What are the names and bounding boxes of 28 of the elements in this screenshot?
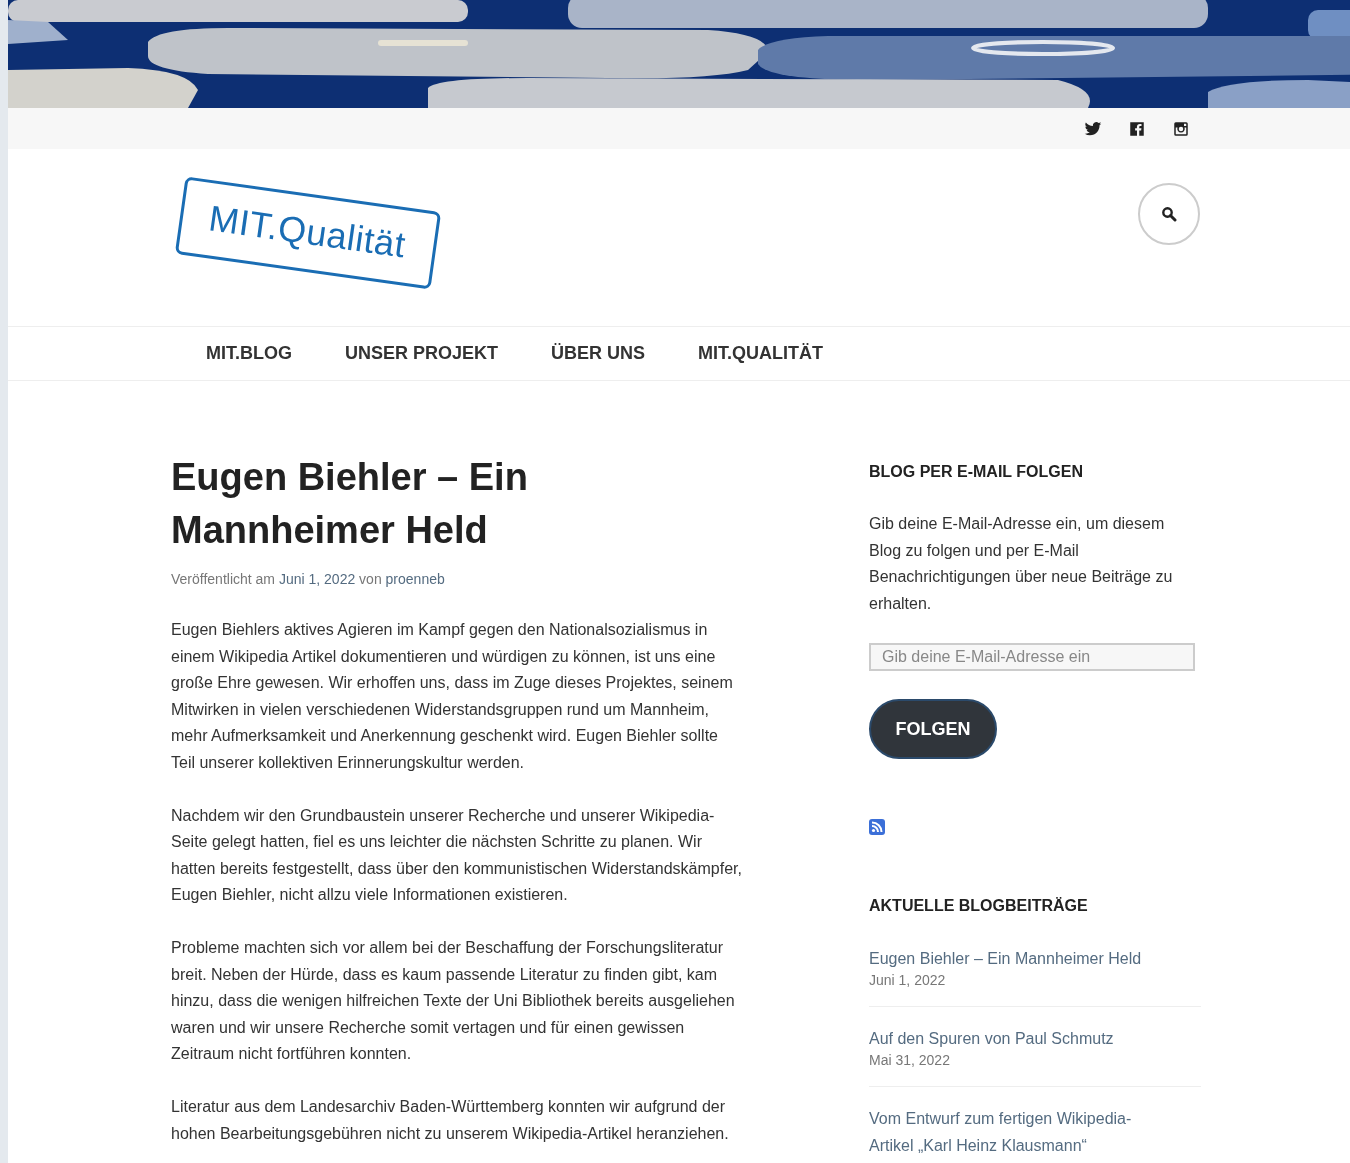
post-link[interactable]: Vom Entwurf zum fertigen Wikipedia-Artikel „Karl Heinz Klausmann“ xyxy=(869,1105,1159,1159)
site-logo[interactable]: MIT.Qualität xyxy=(174,176,442,290)
paragraph: Nachdem wir den Grundbaustein unserer Recherche und unserer Wikipedia-Seite gelegt hatten, fiel es uns leichter die nächsten Schritte zu planen. Wir hatten bereits festgestellt, dass über den kommunistischen Widerstandskämpfer, Eugen Biehler, nicht allzu viele Informationen existieren. xyxy=(171,805,743,905)
paragraph: Eugen Biehlers aktives Agieren im Kampf gegen den Nationalsozialismus in einem Wikipedia Artikel dokumentieren und würdigen zu können, ist uns eine große Ehre gewesen. Wir erhoffen uns, dass im Zuge dieses Projektes, seinem Mitwirken in vielen verschiedenen Widerstandsgruppen rund um Mannheim, mehr Aufmerksamkeit und Anerkennung geschenkt wird. Eugen Biehler sollte Teil unserer kollektiven Erinnerungskultur werden. xyxy=(171,620,734,773)
widget-description: Gib deine E-Mail-Adresse ein, um diesem Blog zu folgen und per E-Mail Benachrichtigungen über neue Beiträge zu erhalten. xyxy=(869,514,1174,614)
widget-heading: BLOG PER E-MAIL FOLGEN xyxy=(869,463,1084,481)
post-meta: Veröffentlicht am Juni 1, 2022 von proenneb xyxy=(171,571,446,587)
instagram-icon[interactable] xyxy=(1172,119,1190,138)
nav-link[interactable]: ÜBER UNS xyxy=(543,343,654,364)
post-link[interactable]: Eugen Biehler – Ein Mannheimer Held xyxy=(869,945,1159,972)
post-link[interactable]: Auf den Spuren von Paul Schmutz xyxy=(869,1025,1159,1052)
widget-heading: AKTUELLE BLOGBEITRÄGE xyxy=(869,897,1089,915)
post-date: Juni 1, 2022 xyxy=(869,972,947,988)
follow-button[interactable]: FOLGEN xyxy=(869,699,997,759)
paragraph: Literatur aus dem Landesarchiv Baden-Württemberg konnten wir aufgrund der hohen Bearbeitungsgebühren nicht zu unserem Wikipedia-Artikel heranziehen. xyxy=(171,1097,730,1144)
author-link[interactable]: proenneb xyxy=(385,571,445,587)
twitter-icon[interactable] xyxy=(1084,119,1102,138)
facebook-icon[interactable] xyxy=(1128,119,1146,138)
search-icon xyxy=(1161,206,1177,222)
post-date-link[interactable]: Juni 1, 2022 xyxy=(278,571,356,587)
nav-link[interactable]: UNSER PROJEKT xyxy=(337,343,507,364)
paragraph: Probleme machten sich vor allem bei der Beschaffung der Forschungsliteratur breit. Neben der Hürde, dass es kaum passende Literatur zu finden gibt, kam hinzu, dass die wenigen hilfreichen Texte der Uni Bibliothek bereits ausgeliehen waren und wir unsere Recherche somit vertagen und für einen gewissen Zeitraum nicht fortführen konnten. xyxy=(171,938,736,1064)
nav-link[interactable]: MIT.QUALITÄT xyxy=(690,343,832,364)
post-title: Eugen Biehler – Ein Mannheimer Held xyxy=(171,455,529,553)
email-field[interactable]: Gib deine E-Mail-Adresse ein xyxy=(869,643,1195,671)
post-date: Mai 31, 2022 xyxy=(869,1052,951,1068)
rss-icon[interactable] xyxy=(869,819,885,835)
nav-link[interactable]: MIT.BLOG xyxy=(198,343,300,364)
